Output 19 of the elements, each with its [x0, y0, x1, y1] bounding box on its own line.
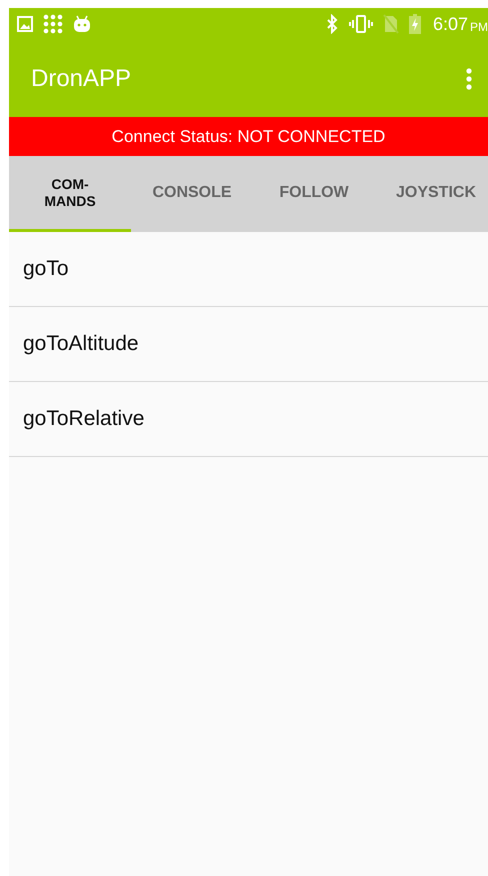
command-item[interactable]: goTo [9, 232, 488, 307]
vibrate-icon [348, 14, 373, 34]
robot-icon [73, 15, 91, 33]
image-icon [17, 16, 33, 32]
battery-charging-icon [408, 14, 421, 34]
command-item[interactable]: goToRelative [9, 382, 488, 457]
command-item[interactable]: goToAltitude [9, 307, 488, 382]
bluetooth-icon [324, 14, 339, 34]
connection-status-banner: Connect Status: NOT CONNECTED [9, 117, 488, 156]
grid-icon [43, 14, 63, 34]
tab[interactable]: CONSOLE [131, 156, 253, 232]
tab[interactable]: FOLLOW [253, 156, 375, 232]
app-title: DronAPP [31, 64, 132, 92]
tab[interactable]: JOYSTICK [375, 156, 488, 232]
clock-time: 6:07 [432, 14, 468, 34]
no-sim-icon [382, 14, 399, 34]
tab[interactable]: COM- MANDS [9, 156, 131, 232]
clock-meridiem: PM [470, 20, 488, 34]
menu-icon[interactable] [466, 68, 472, 90]
